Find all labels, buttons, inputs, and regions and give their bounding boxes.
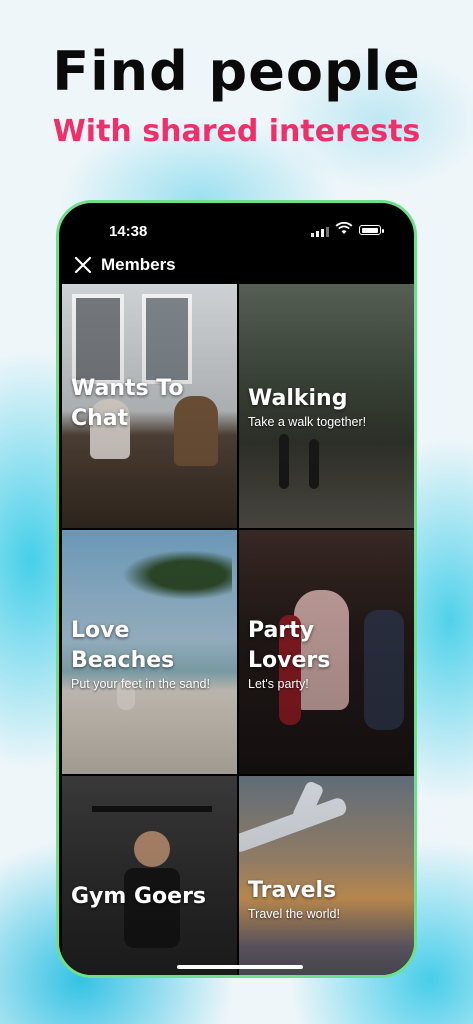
tile-title: Party Lovers	[248, 618, 331, 673]
tile-description: Take a walk together!	[248, 415, 367, 429]
battery-icon	[359, 225, 384, 235]
headline: Find people	[52, 40, 421, 103]
subheadline: With shared interests	[52, 114, 421, 149]
tile-love-beaches[interactable]: Love Beaches Put your feet in the sand!	[62, 530, 237, 774]
nav-bar: Members	[59, 251, 414, 281]
tile-title: Wants To Chat	[71, 376, 184, 431]
status-time: 14:38	[109, 223, 148, 240]
tile-title: Love Beaches	[71, 618, 175, 673]
page-title: Members	[101, 255, 176, 274]
tile-party-lovers[interactable]: Party Lovers Let's party!	[239, 530, 414, 774]
tile-wants-to-chat[interactable]: Wants To Chat	[62, 284, 237, 528]
interest-grid: Wants To Chat Walking Take a walk togethe…	[62, 284, 414, 975]
tile-title: Walking	[248, 386, 348, 411]
tile-description: Travel the world!	[248, 907, 340, 921]
tile-gym-goers[interactable]: Gym Goers	[62, 776, 237, 975]
status-bar: 14:38	[59, 203, 414, 251]
tile-title: Travels	[248, 878, 337, 903]
wifi-icon	[335, 222, 353, 234]
phone-frame: 14:38 Members Wants To Chat Walking Take…	[56, 200, 417, 978]
close-icon[interactable]	[73, 255, 93, 275]
home-indicator[interactable]	[177, 965, 303, 969]
tile-walking[interactable]: Walking Take a walk together!	[239, 284, 414, 528]
tile-description: Let's party!	[248, 677, 309, 691]
signal-icon	[311, 227, 329, 237]
tile-title: Gym Goers	[71, 884, 207, 909]
tile-travels[interactable]: Travels Travel the world!	[239, 776, 414, 975]
tile-description: Put your feet in the sand!	[71, 677, 210, 691]
